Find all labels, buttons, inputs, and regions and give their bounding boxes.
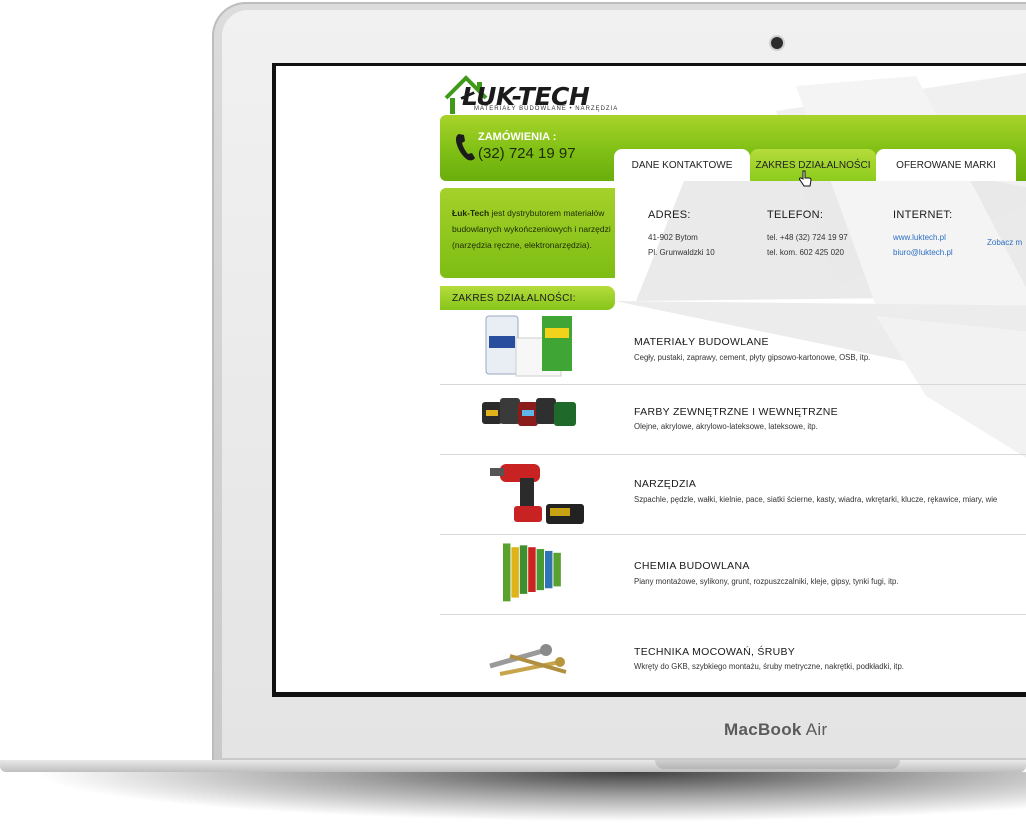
order-label: ZAMÓWIENIA :: [478, 131, 557, 143]
phone-icon: [455, 134, 475, 161]
fasteners-image[interactable]: [476, 622, 586, 692]
tools-image[interactable]: [476, 458, 586, 528]
category-4-title[interactable]: CHEMIA BUDOWLANA: [634, 560, 750, 572]
order-phone: (32) 724 19 97: [478, 145, 576, 162]
row-divider: [440, 614, 1026, 615]
row-divider: [440, 454, 1026, 455]
laptop-shadow: [30, 772, 1026, 822]
category-1-desc: Cegły, pustaki, zaprawy, cement, płyty g…: [634, 353, 871, 362]
device-brand-label: MacBook Air: [724, 720, 828, 739]
website-screen: ŁUK-TECH MATERIAŁY BUDOWLANE • NARZĘDZIA…: [276, 66, 1026, 692]
category-3-desc: Szpachle, pędzle, wałki, kielnie, pace, …: [634, 495, 998, 504]
category-2-desc: Olejne, akrylowe, akrylowo-lateksowe, la…: [634, 422, 818, 431]
category-4-desc: Piany montażowe, sylikony, grunt, rozpus…: [634, 577, 899, 586]
category-2-title[interactable]: FARBY ZEWNĘTRZNE I WEWNĘTRZNE: [634, 406, 838, 418]
internet-label: INTERNET:: [893, 209, 953, 221]
intro-text: Łuk-Tech jest dystrybutorem materiałów b…: [452, 208, 611, 250]
row-divider: [440, 534, 1026, 535]
tab-scope[interactable]: ZAKRES DZIAŁALNOŚCI: [750, 149, 876, 181]
category-5-title[interactable]: TECHNIKA MOCOWAŃ, ŚRUBY: [634, 646, 795, 658]
building-materials-image[interactable]: [476, 310, 586, 380]
section-title: ZAKRES DZIAŁALNOŚCI:: [452, 293, 576, 304]
camera-icon: [771, 37, 783, 49]
phone-line-1: tel. +48 (32) 724 19 97: [767, 233, 848, 242]
email-link[interactable]: biuro@luktech.pl: [893, 248, 953, 257]
laptop-notch: [655, 760, 900, 769]
category-3-title[interactable]: NARZĘDZIA: [634, 478, 696, 490]
more-link[interactable]: Zobacz m: [987, 238, 1022, 247]
address-line-1: 41-902 Bytom: [648, 233, 698, 242]
category-1-title[interactable]: MATERIAŁY BUDOWLANE: [634, 336, 769, 348]
tab-contact[interactable]: DANE KONTAKTOWE: [614, 149, 750, 181]
phone-label: TELEFON:: [767, 209, 824, 221]
tab-brands[interactable]: OFEROWANE MARKI: [876, 149, 1016, 181]
paints-image[interactable]: [476, 384, 586, 454]
category-5-desc: Wkręty do GKB, szybkiego montażu, śruby …: [634, 662, 904, 671]
website-link[interactable]: www.luktech.pl: [893, 233, 946, 242]
logo-tagline: MATERIAŁY BUDOWLANE • NARZĘDZIA: [474, 106, 619, 112]
construction-chemicals-image[interactable]: [476, 536, 586, 606]
address-line-2: Pl. Grunwaldzki 10: [648, 248, 715, 257]
phone-line-2: tel. kom. 602 425 020: [767, 248, 844, 257]
hand-cursor-icon: [798, 170, 812, 187]
address-label: ADRES:: [648, 209, 691, 221]
